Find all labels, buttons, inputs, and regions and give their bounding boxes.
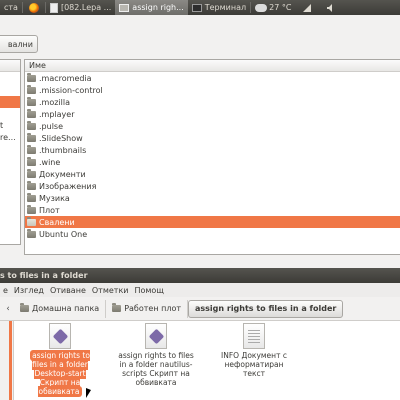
panel-app-fragment[interactable]: ста [0,0,22,15]
location-bar: ‹ Домашна папка Работен плот assign righ… [0,297,400,321]
folder-icon [27,108,36,118]
text-lines [248,330,260,344]
file-row[interactable]: Плот [25,204,400,216]
cloud-icon [255,3,268,12]
places-header [0,60,20,72]
folder-icon [27,72,36,82]
taskbar-item-lepa[interactable]: [082.Lepa ... [46,0,115,15]
file-row[interactable]: Музика [25,192,400,204]
sidebar-strip [0,321,14,400]
network-indicator[interactable] [295,0,319,15]
file-row[interactable]: .macromedia [25,72,400,84]
places-item[interactable] [0,72,20,84]
file-row[interactable]: Ubuntu One [25,228,400,240]
shell-script-icon [49,323,71,349]
text-file-icon [243,323,265,349]
places-item[interactable] [0,144,20,156]
places-item[interactable] [0,180,20,192]
document-icon [49,2,58,13]
places-item[interactable] [0,108,20,120]
places-item[interactable] [0,156,20,168]
places-item[interactable] [0,84,20,96]
volume-indicator[interactable] [319,0,343,15]
desktop-folder-icon [112,303,122,312]
menu-item-bookmarks[interactable]: Отметки [89,286,132,295]
network-icon [303,3,312,12]
folder-icon [27,192,36,202]
file-list: Име .macromedia .mission-control .mozill… [24,59,400,255]
menu-item-go[interactable]: Отиване [47,286,89,295]
folder-icon [27,120,36,130]
menu-bar: е Изглед Отиване Отметки Помощ [0,283,400,297]
menu-item-edit[interactable]: е [0,286,11,295]
path-button-svaleni[interactable]: вални [0,35,38,53]
menu-item-help[interactable]: Помощ [131,286,166,295]
file-row[interactable]: Изображения [25,180,400,192]
file-item-desktop-start[interactable]: assign rights to files in a folder Deskt… [22,321,98,397]
sidebar-selection-marker [9,321,12,400]
window-title[interactable]: s to files in a folder [0,268,400,283]
folder-icon [27,180,36,190]
script-emblem [52,328,69,345]
folder-icon [27,216,36,226]
file-item-info[interactable]: INFO Документ с неформатиран текст [216,321,292,378]
mouse-cursor-icon [86,388,91,398]
shell-script-icon [145,323,167,349]
file-item-nautilus-scripts[interactable]: assign rights to files in a folder nauti… [118,321,194,387]
places-item[interactable] [0,168,20,180]
file-row[interactable]: .mozilla [25,96,400,108]
file-row[interactable]: .SlideShow [25,132,400,144]
folder-icon [27,96,36,106]
breadcrumb-current-folder[interactable]: assign rights to files in a folder [188,299,344,318]
file-label: assign rights to files in a folder nauti… [118,351,194,387]
file-row[interactable]: .mission-control [25,84,400,96]
file-label: INFO Документ с неформатиран текст [221,351,287,378]
places-item[interactable]: re... [0,132,20,144]
menu-item-view[interactable]: Изглед [11,286,47,295]
folder-icon [27,84,36,94]
places-item[interactable]: t [0,120,20,132]
top-panel: ста [082.Lepa ... assign righ... Термина… [0,0,400,15]
file-row-selected[interactable]: Свалени [25,216,400,228]
column-header-name[interactable]: Име [25,60,400,72]
breadcrumb-home[interactable]: Домашна папка [14,299,107,318]
folder-icon [27,228,36,238]
home-folder-icon [20,303,29,312]
taskbar-item-assign-rights[interactable]: assign righ... [115,0,188,15]
places-item-selected[interactable] [0,96,20,108]
script-emblem [148,328,165,345]
file-row[interactable]: Документи [25,168,400,180]
file-label: assign rights to files in a folder Deskt… [30,350,90,397]
file-row[interactable]: .pulse [25,120,400,132]
breadcrumb-desktop[interactable]: Работен плот [106,299,188,318]
file-manager-window: s to files in a folder е Изглед Отиване … [0,268,400,400]
places-sidebar: t re... [0,59,21,245]
file-row[interactable]: .thumbnails [25,144,400,156]
volume-icon [327,3,333,12]
folder-window-icon [119,3,130,12]
firefox-launcher[interactable] [23,0,45,15]
folder-icon [27,204,36,214]
folder-icon [27,144,36,154]
folder-icon [27,156,36,166]
taskbar-item-terminal[interactable]: Терминал [188,0,250,15]
file-row[interactable]: .mplayer [25,108,400,120]
firefox-icon [28,2,39,13]
file-chooser-dialog: вални t re... Име .macromedia .mission-c… [0,15,400,268]
file-row[interactable]: .wine [25,156,400,168]
folder-icon [27,132,36,142]
folder-icon [27,168,36,178]
icon-view: assign rights to files in a folder Deskt… [0,321,400,400]
weather-indicator[interactable]: 27 °C [251,0,295,15]
terminal-icon [191,3,202,12]
chevron-left-icon[interactable]: ‹ [2,303,14,315]
